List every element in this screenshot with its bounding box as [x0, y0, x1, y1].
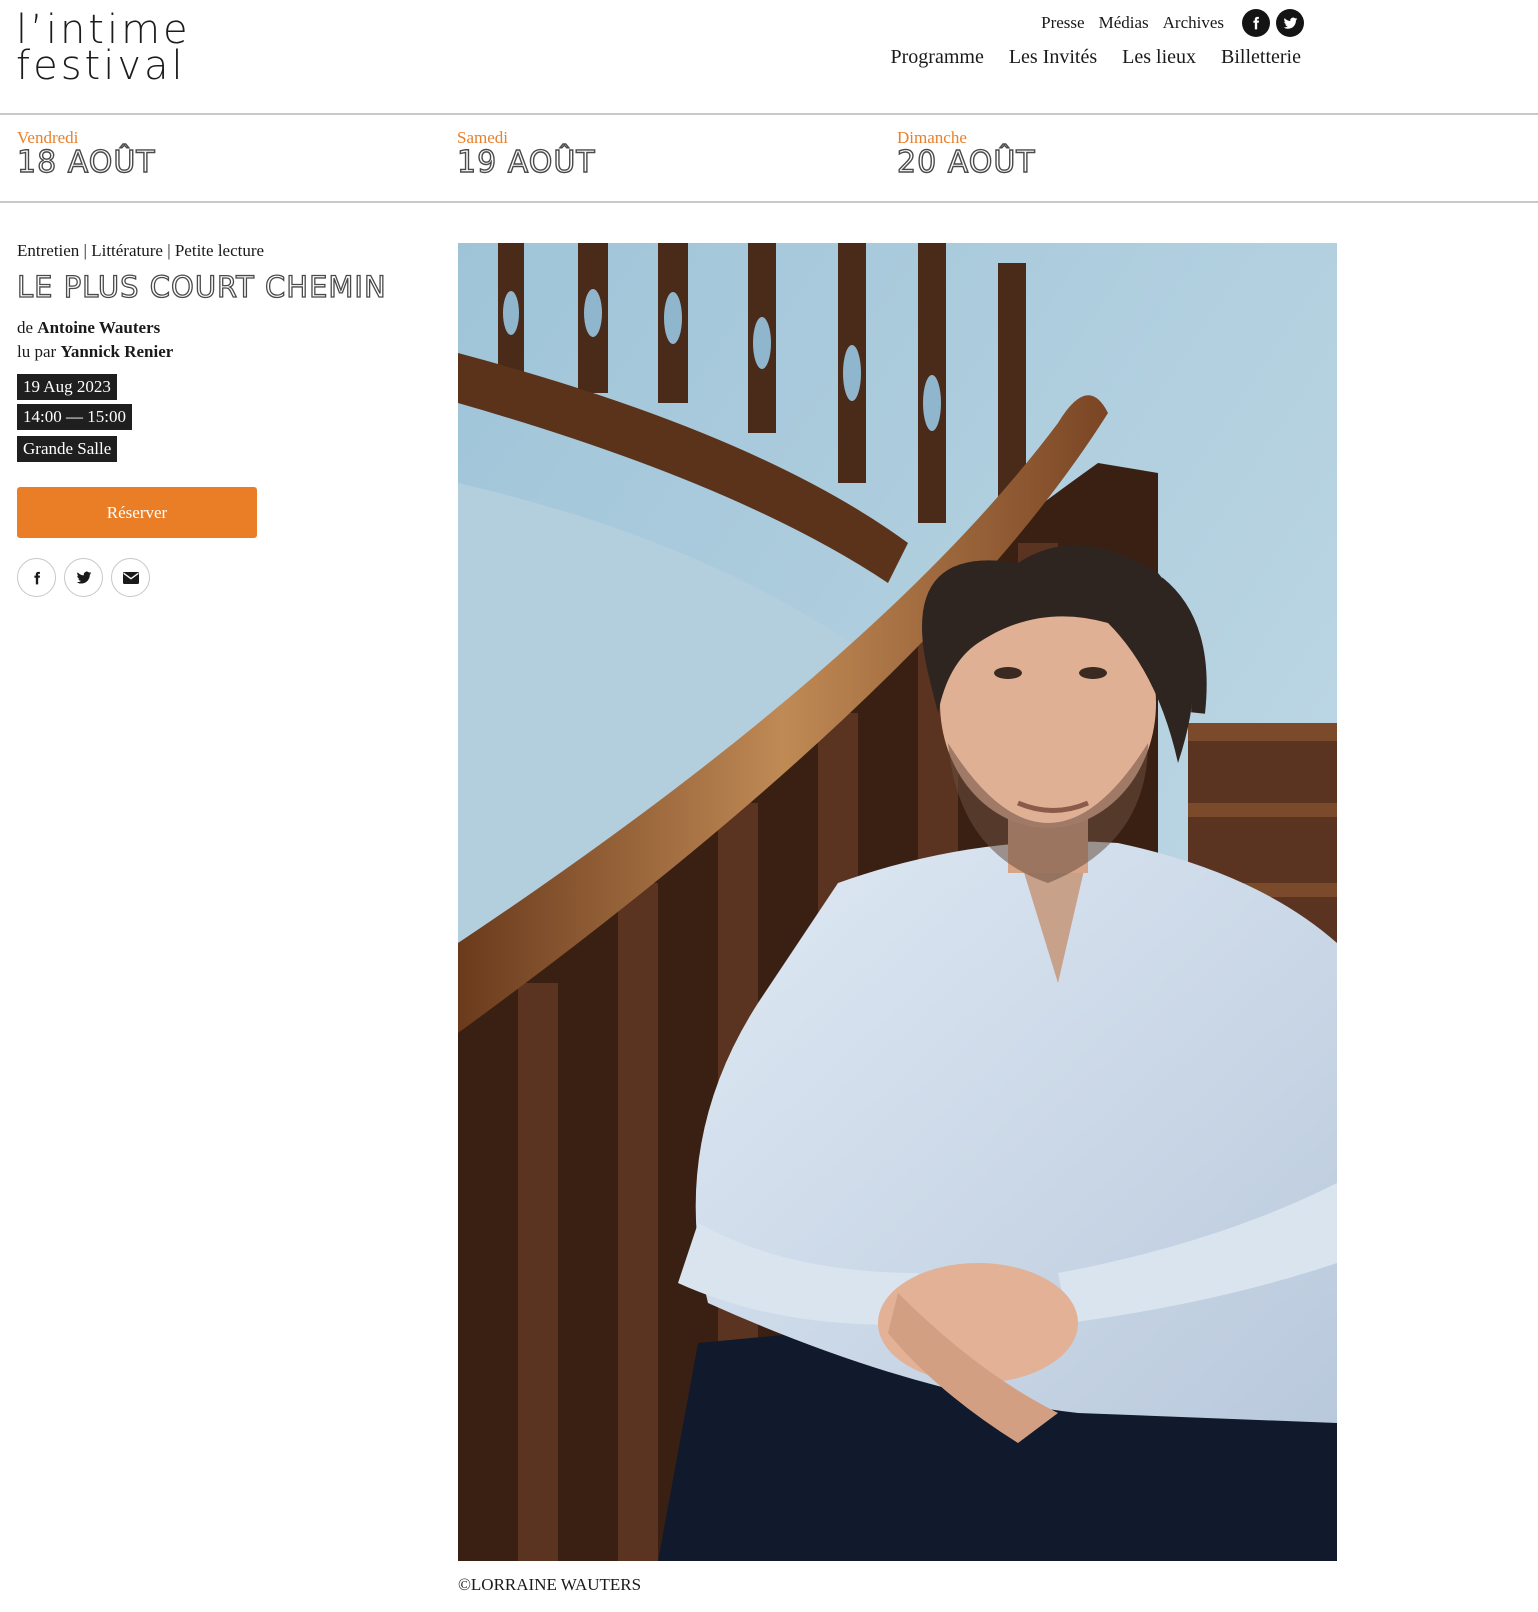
- nav-link-programme[interactable]: Programme: [891, 46, 984, 69]
- twitter-icon[interactable]: [64, 558, 103, 597]
- day-name: Samedi: [457, 128, 508, 147]
- facebook-icon[interactable]: [17, 558, 56, 597]
- nav-link-medias[interactable]: Médias: [1099, 13, 1149, 33]
- reserve-button[interactable]: Réserver: [17, 487, 257, 538]
- reader-name: Yannick Renier: [60, 342, 174, 361]
- event-title: LE PLUS COURT CHEMIN: [16, 269, 387, 304]
- event-date-badge: 19 Aug 2023: [17, 374, 117, 400]
- day-name: Dimanche: [897, 128, 967, 147]
- header-social-links: [1242, 9, 1304, 37]
- author-name: Antoine Wauters: [37, 318, 161, 337]
- mail-icon[interactable]: [111, 558, 150, 597]
- day-date: 20 AOÛT: [896, 145, 1036, 180]
- day-date: 19 AOÛT: [456, 145, 596, 180]
- nav-link-lieux[interactable]: Les lieux: [1122, 46, 1196, 69]
- day-tab-sunday[interactable]: Dimanche 20 AOÛT: [896, 128, 1036, 180]
- day-date: 18 AOÛT: [16, 145, 156, 180]
- secondary-nav: Presse Médias Archives: [1041, 9, 1304, 37]
- logo-line-2: festival: [16, 43, 186, 89]
- nav-link-presse[interactable]: Presse: [1041, 13, 1084, 33]
- event-photo: [458, 243, 1337, 1561]
- event-time-badge: 14:00 — 15:00: [17, 404, 132, 430]
- nav-link-billetterie[interactable]: Billetterie: [1221, 46, 1301, 69]
- day-tab-saturday[interactable]: Samedi 19 AOÛT: [456, 128, 596, 180]
- author-line: de Antoine Wauters: [17, 318, 160, 338]
- header-divider: [0, 113, 1538, 115]
- reader-line: lu par Yannick Renier: [17, 342, 173, 362]
- reader-prefix: lu par: [17, 342, 57, 361]
- day-name: Vendredi: [17, 128, 79, 147]
- event-categories: Entretien | Littérature | Petite lecture: [17, 241, 265, 260]
- share-links: [17, 558, 150, 597]
- nav-link-archives[interactable]: Archives: [1163, 13, 1224, 33]
- nav-link-invites[interactable]: Les Invités: [1009, 46, 1097, 69]
- facebook-icon[interactable]: [1242, 9, 1270, 37]
- main-nav: Programme Les Invités Les lieux Billette…: [891, 46, 1301, 69]
- event-venue-badge: Grande Salle: [17, 436, 118, 462]
- day-tab-friday[interactable]: Vendredi 18 AOÛT: [16, 128, 156, 180]
- photo-credit: ©LORRAINE WAUTERS: [458, 1575, 642, 1594]
- author-prefix: de: [17, 318, 34, 337]
- twitter-icon[interactable]: [1276, 9, 1304, 37]
- site-logo[interactable]: l’intime festival: [16, 10, 191, 89]
- days-divider: [0, 201, 1538, 203]
